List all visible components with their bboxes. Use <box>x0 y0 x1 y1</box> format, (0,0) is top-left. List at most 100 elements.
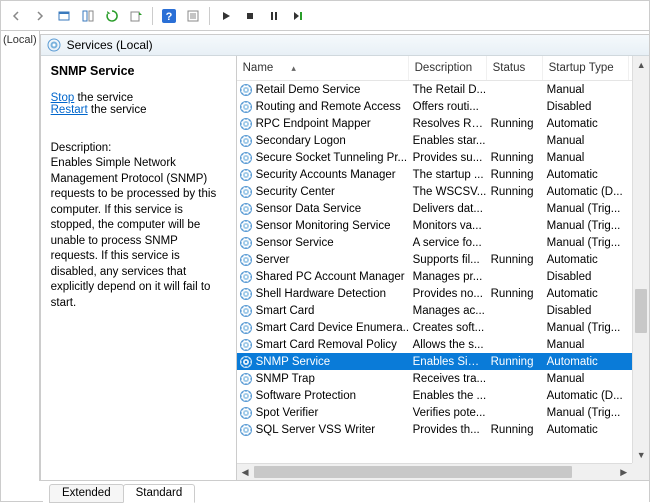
service-name: Sensor Data Service <box>256 203 361 215</box>
tab-extended[interactable]: Extended <box>49 484 124 503</box>
up-button[interactable] <box>53 5 75 27</box>
service-startup: Disabled <box>543 271 629 283</box>
vertical-scrollbar[interactable]: ▲ ▼ <box>632 56 649 463</box>
header-startup[interactable]: Startup Type <box>543 56 629 80</box>
service-row[interactable]: SNMP ServiceEnables Sim...RunningAutomat… <box>237 353 650 370</box>
tree-node-local[interactable]: (Local) <box>3 34 37 46</box>
service-icon <box>239 372 253 386</box>
stop-suffix: the service <box>74 92 133 104</box>
refresh-button[interactable] <box>101 5 123 27</box>
service-startup: Automatic <box>543 169 629 181</box>
service-name: Sensor Service <box>256 237 334 249</box>
scroll-left-icon[interactable]: ◀ <box>237 464 254 480</box>
toolbar: ? <box>1 1 649 31</box>
service-startup: Manual <box>543 373 629 385</box>
restart-service-link[interactable]: Restart <box>51 104 88 116</box>
scroll-up-icon[interactable]: ▲ <box>633 56 649 73</box>
header-name[interactable]: Name▴ <box>237 56 409 80</box>
hscroll-track[interactable] <box>254 464 616 480</box>
service-row[interactable]: Smart Card Device Enumera...Creates soft… <box>237 319 650 336</box>
horizontal-scrollbar[interactable]: ◀ ▶ <box>237 463 633 480</box>
service-row[interactable]: Security Accounts ManagerThe startup ...… <box>237 166 650 183</box>
service-name: Secure Socket Tunneling Pr... <box>256 152 408 164</box>
service-icon <box>239 100 253 114</box>
service-desc: Enables the ... <box>409 390 487 402</box>
start-button[interactable] <box>215 5 237 27</box>
service-icon <box>239 83 253 97</box>
help-button[interactable]: ? <box>158 5 180 27</box>
service-row[interactable]: Secure Socket Tunneling Pr...Provides su… <box>237 149 650 166</box>
service-startup: Manual <box>543 84 629 96</box>
service-row[interactable]: Smart CardManages ac...Disabled <box>237 302 650 319</box>
service-name: Shared PC Account Manager <box>256 271 405 283</box>
header-status[interactable]: Status <box>487 56 543 80</box>
header-description[interactable]: Description <box>409 56 487 80</box>
list-rows[interactable]: Retail Demo ServiceThe Retail D...Manual… <box>237 81 650 480</box>
service-desc: Provides su... <box>409 152 487 164</box>
service-row[interactable]: SQL Server VSS WriterProvides th...Runni… <box>237 421 650 438</box>
restart-suffix: the service <box>88 104 147 116</box>
service-name: SQL Server VSS Writer <box>256 424 376 436</box>
showhide-button[interactable] <box>77 5 99 27</box>
service-status: Running <box>487 152 543 164</box>
service-icon <box>239 202 253 216</box>
service-row[interactable]: Routing and Remote AccessOffers routi...… <box>237 98 650 115</box>
stop-button[interactable] <box>239 5 261 27</box>
service-icon <box>239 321 253 335</box>
separator <box>152 7 153 25</box>
back-button[interactable] <box>5 5 27 27</box>
service-desc: Offers routi... <box>409 101 487 113</box>
service-desc: Resolves RP... <box>409 118 487 130</box>
service-row[interactable]: Smart Card Removal PolicyAllows the s...… <box>237 336 650 353</box>
scroll-thumb[interactable] <box>635 289 647 333</box>
service-row[interactable]: Spot VerifierVerifies pote...Manual (Tri… <box>237 404 650 421</box>
service-row[interactable]: RPC Endpoint MapperResolves RP...Running… <box>237 115 650 132</box>
service-row[interactable]: Security CenterThe WSCSV...RunningAutoma… <box>237 183 650 200</box>
service-row[interactable]: Software ProtectionEnables the ...Automa… <box>237 387 650 404</box>
scroll-track[interactable] <box>633 73 649 446</box>
service-name: Secondary Logon <box>256 135 346 147</box>
service-row[interactable]: Sensor Monitoring ServiceMonitors va...M… <box>237 217 650 234</box>
tree-pane[interactable]: (Local) <box>1 31 40 481</box>
service-status: Running <box>487 288 543 300</box>
service-icon <box>239 219 253 233</box>
service-desc: Allows the s... <box>409 339 487 351</box>
service-status: Running <box>487 186 543 198</box>
service-icon <box>239 185 253 199</box>
service-row[interactable]: ServerSupports fil...RunningAutomatic <box>237 251 650 268</box>
pause-button[interactable] <box>263 5 285 27</box>
service-row[interactable]: Shell Hardware DetectionProvides no...Ru… <box>237 285 650 302</box>
service-desc: Verifies pote... <box>409 407 487 419</box>
service-icon <box>239 287 253 301</box>
service-name: Sensor Monitoring Service <box>256 220 391 232</box>
service-icon <box>239 134 253 148</box>
service-row[interactable]: Retail Demo ServiceThe Retail D...Manual <box>237 81 650 98</box>
service-startup: Manual (Trig... <box>543 407 629 419</box>
service-row[interactable]: Sensor Data ServiceDelivers dat...Manual… <box>237 200 650 217</box>
service-icon <box>239 304 253 318</box>
selected-service-title: SNMP Service <box>51 64 226 78</box>
service-row[interactable]: Secondary LogonEnables star...Manual <box>237 132 650 149</box>
forward-button[interactable] <box>29 5 51 27</box>
service-icon <box>239 406 253 420</box>
restart-button[interactable] <box>287 5 309 27</box>
sort-indicator-icon: ▴ <box>291 63 296 74</box>
service-icon <box>239 168 253 182</box>
service-row[interactable]: Sensor ServiceA service fo...Manual (Tri… <box>237 234 650 251</box>
scroll-right-icon[interactable]: ▶ <box>615 464 632 480</box>
service-icon <box>239 117 253 131</box>
tab-standard[interactable]: Standard <box>123 484 196 503</box>
service-startup: Automatic (D... <box>543 186 629 198</box>
service-startup: Manual (Trig... <box>543 237 629 249</box>
detail-pane: SNMP Service Stop the service Restart th… <box>41 56 237 480</box>
service-row[interactable]: Shared PC Account ManagerManages pr...Di… <box>237 268 650 285</box>
service-name: Smart Card <box>256 305 315 317</box>
service-icon <box>239 355 253 369</box>
hscroll-thumb[interactable] <box>254 466 572 478</box>
export-button[interactable] <box>125 5 147 27</box>
service-startup: Automatic <box>543 288 629 300</box>
properties-button[interactable] <box>182 5 204 27</box>
stop-service-link[interactable]: Stop <box>51 92 75 104</box>
scroll-down-icon[interactable]: ▼ <box>633 446 649 463</box>
service-row[interactable]: SNMP TrapReceives tra...Manual <box>237 370 650 387</box>
